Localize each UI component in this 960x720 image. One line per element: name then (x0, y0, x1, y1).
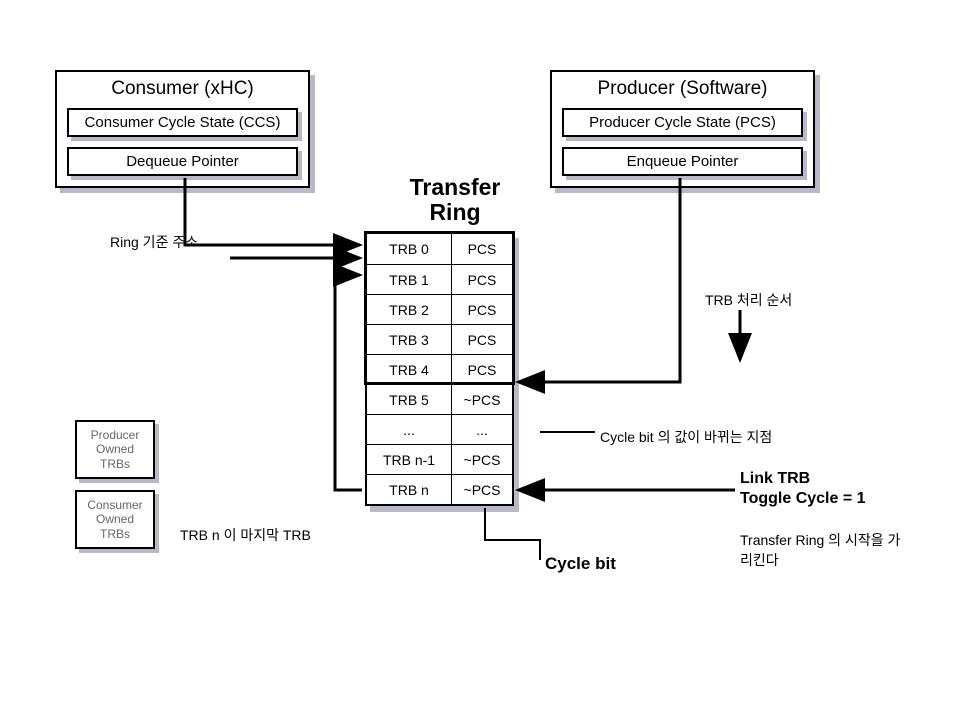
trb-cycle-cell: PCS (452, 355, 512, 384)
trb-name-cell: ... (367, 415, 452, 444)
consumer-owned-label: ConsumerOwnedTRBs (87, 498, 142, 541)
cycle-bit-change-label: Cycle bit 의 값이 바뀌는 지점 (600, 427, 772, 447)
consumer-title: Consumer (xHC) (57, 72, 308, 108)
ccs-box: Consumer Cycle State (CCS) (67, 108, 298, 137)
transfer-ring-start-text: Transfer Ring 의 시작을 가리킨다 (740, 532, 900, 568)
cycle-bit-label: Cycle bit (545, 554, 616, 574)
trb-row: TRB n-1~PCS (367, 444, 512, 474)
ring-base-address-label: Ring 기준 주소 (110, 232, 198, 252)
trb-name-cell: TRB 4 (367, 355, 452, 384)
trb-row: TRB 0PCS (367, 234, 512, 264)
pcs-box: Producer Cycle State (PCS) (562, 108, 803, 137)
transfer-ring-start-label: Transfer Ring 의 시작을 가리킨다 (740, 530, 910, 570)
trb-cycle-cell: ... (452, 415, 512, 444)
link-trb-label: Link TRB (740, 470, 810, 488)
trb-row: TRB 4PCS (367, 354, 512, 384)
trb-name-cell: TRB n-1 (367, 445, 452, 474)
enqueue-pointer-box: Enqueue Pointer (562, 147, 803, 176)
trb-row: TRB 5~PCS (367, 384, 512, 414)
consumer-owned-trbs-box: ConsumerOwnedTRBs (75, 490, 155, 549)
trb-processing-order-label: TRB 처리 순서 (705, 290, 792, 310)
producer-panel: Producer (Software) Producer Cycle State… (550, 70, 815, 188)
diagram-stage: Consumer (xHC) Consumer Cycle State (CCS… (0, 0, 960, 720)
trb-cycle-cell: PCS (452, 265, 512, 294)
dequeue-pointer-box: Dequeue Pointer (67, 147, 298, 176)
ring-title-line2: Ring (429, 199, 480, 225)
producer-owned-trbs-box: ProducerOwnedTRBs (75, 420, 155, 479)
trb-cycle-cell: PCS (452, 295, 512, 324)
trb-row: TRB 1PCS (367, 264, 512, 294)
trb-name-cell: TRB 0 (367, 234, 452, 264)
trb-name-cell: TRB 5 (367, 385, 452, 414)
trb-name-cell: TRB 1 (367, 265, 452, 294)
trb-name-cell: TRB 2 (367, 295, 452, 324)
trb-cycle-cell: ~PCS (452, 385, 512, 414)
toggle-cycle-label: Toggle Cycle = 1 (740, 490, 866, 508)
trb-row: TRB n~PCS (367, 474, 512, 504)
trb-name-cell: TRB n (367, 475, 452, 504)
trb-cycle-cell: PCS (452, 234, 512, 264)
trb-cycle-cell: ~PCS (452, 445, 512, 474)
trb-n-last-label: TRB n 이 마지막 TRB (180, 525, 311, 545)
trb-cycle-cell: PCS (452, 325, 512, 354)
transfer-ring-title: Transfer Ring (400, 175, 510, 226)
trb-row: ...... (367, 414, 512, 444)
consumer-panel: Consumer (xHC) Consumer Cycle State (CCS… (55, 70, 310, 188)
trb-cycle-cell: ~PCS (452, 475, 512, 504)
producer-owned-label: ProducerOwnedTRBs (91, 428, 140, 471)
trb-name-cell: TRB 3 (367, 325, 452, 354)
ring-title-line1: Transfer (410, 174, 501, 200)
producer-title: Producer (Software) (552, 72, 813, 108)
trb-row: TRB 3PCS (367, 324, 512, 354)
trb-row: TRB 2PCS (367, 294, 512, 324)
trb-table: TRB 0PCSTRB 1PCSTRB 2PCSTRB 3PCSTRB 4PCS… (365, 232, 514, 506)
